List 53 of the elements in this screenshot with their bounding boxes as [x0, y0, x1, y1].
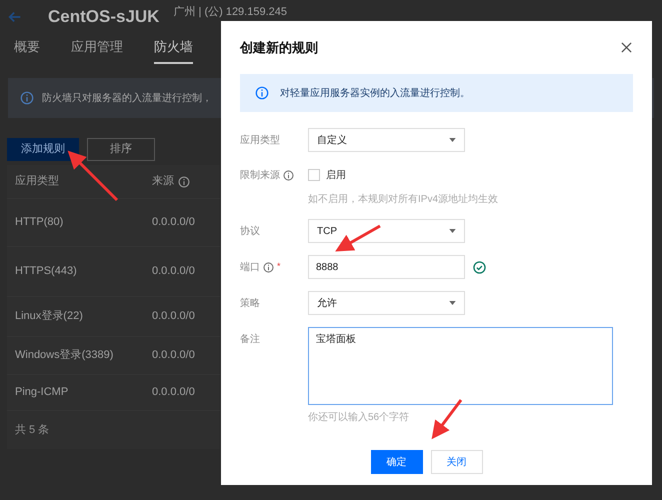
info-icon — [255, 86, 269, 100]
add-rule-button[interactable]: 添加规则 — [7, 138, 79, 161]
caret-icon — [449, 301, 456, 305]
table-cell-text: HTTPS(443) — [14, 264, 78, 280]
table-cell-text: 0.0.0.0/0 — [152, 309, 196, 324]
select-field[interactable]: 自定义 — [308, 128, 465, 152]
dialog-title: 创建新的规则 — [240, 38, 318, 57]
annotation-arrow — [335, 224, 381, 252]
table-cell-text: HTTP(80) — [14, 215, 64, 230]
annotation-arrow — [432, 399, 462, 440]
table-footer: 共 5 条 — [7, 411, 220, 449]
select-value: 允许 — [317, 296, 337, 310]
select-field[interactable]: TCP — [308, 219, 465, 243]
table-cell-text: Linux登录(22) — [14, 309, 84, 324]
field-label: 应用类型 — [240, 134, 280, 148]
close-button[interactable]: 关闭 — [430, 450, 482, 474]
caret-icon — [449, 229, 456, 233]
remark-textarea[interactable]: 宝塔面板 — [308, 327, 613, 405]
info-icon — [20, 91, 34, 105]
tab[interactable]: 防火墙 — [154, 36, 193, 64]
table-cell-text: 0.0.0.0/0 — [152, 348, 196, 364]
column-header: 来源 — [152, 174, 174, 190]
select-value: 自定义 — [317, 134, 347, 148]
info-text: 对轻量应用服务器实例的入流量进行控制。 — [280, 86, 470, 100]
back-arrow-icon[interactable] — [8, 10, 22, 24]
sort-button[interactable]: 排序 — [87, 138, 155, 161]
field-label: 备注 — [240, 332, 260, 346]
checkbox-label: 启用 — [326, 168, 346, 182]
column-header: 应用类型 — [15, 174, 59, 190]
field-label: 协议 — [240, 224, 260, 238]
field-hint: 你还可以输入56个字符 — [308, 410, 410, 425]
required-mark: * — [277, 260, 281, 274]
tab[interactable]: 应用管理 — [71, 36, 123, 64]
field-label: 端口 — [240, 260, 260, 274]
table-cell-text: Ping-ICMP — [14, 385, 70, 400]
select-field[interactable]: 允许 — [308, 291, 465, 315]
caret-icon — [449, 138, 456, 142]
field-label: 限制来源 — [240, 168, 280, 182]
close-icon[interactable] — [621, 42, 632, 53]
tab[interactable]: 概要 — [14, 36, 40, 64]
field-label: 策略 — [240, 296, 260, 310]
confirm-button[interactable]: 确定 — [370, 450, 422, 474]
table-cell-text: 0.0.0.0/0 — [152, 215, 196, 230]
page-title: CentOS-sJUK — [48, 6, 160, 28]
field-hint: 如不启用，本规则对所有IPv4源地址均生效 — [308, 192, 498, 207]
table-cell-text: Windows登录(3389) — [14, 348, 114, 364]
select-value: TCP — [317, 224, 337, 238]
table-cell-text: 0.0.0.0/0 — [152, 264, 196, 280]
table-cell-text: 0.0.0.0/0 — [152, 385, 196, 400]
notice-text: 防火墙只对服务器的入流量进行控制， — [42, 92, 212, 106]
checkbox[interactable] — [308, 169, 320, 181]
instance-address: 广州 | (公) 129.159.245 — [173, 7, 287, 18]
port-input[interactable]: 8888 — [308, 255, 465, 279]
